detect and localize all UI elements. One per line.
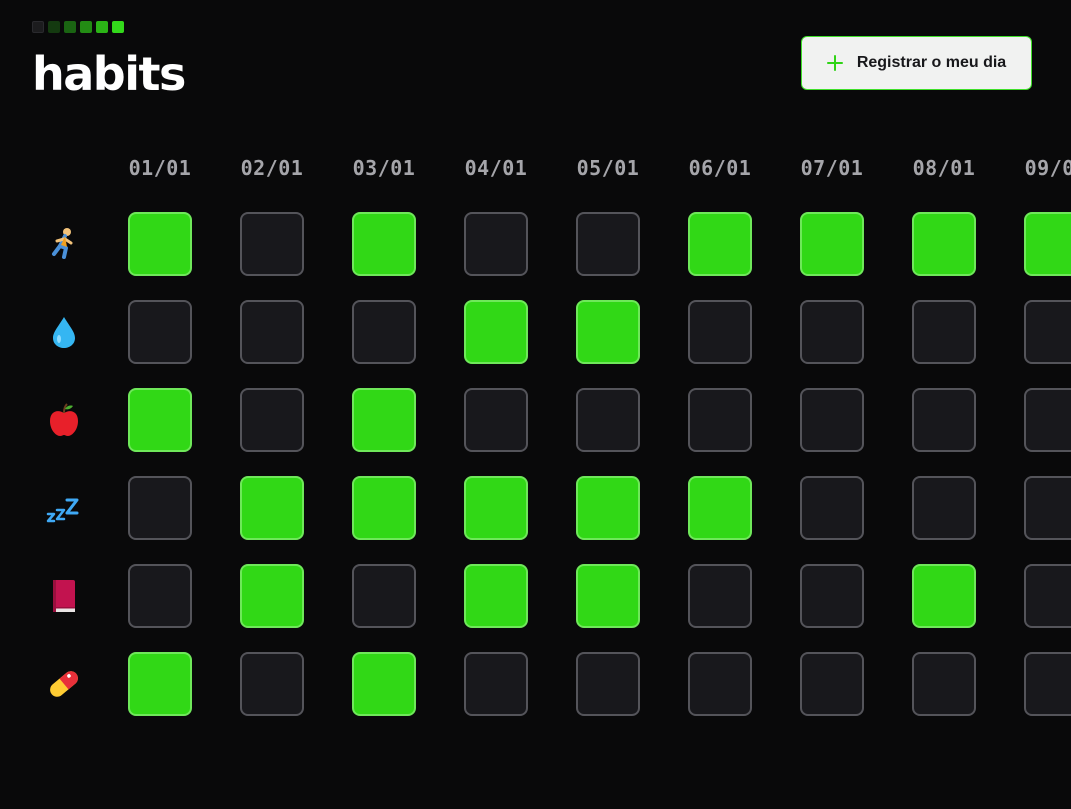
habit-day-cell[interactable] bbox=[576, 212, 640, 276]
habit-day-cell[interactable] bbox=[352, 564, 416, 628]
habit-day-cell[interactable] bbox=[240, 388, 304, 452]
logo-block bbox=[32, 21, 44, 33]
habit-day-cell[interactable] bbox=[912, 300, 976, 364]
register-day-label: Registrar o meu dia bbox=[856, 54, 1007, 71]
droplet-icon bbox=[44, 312, 84, 352]
habit-day-cell[interactable] bbox=[352, 476, 416, 540]
date-header: 09/01 bbox=[1024, 156, 1071, 180]
habit-day-cell[interactable] bbox=[464, 212, 528, 276]
date-header: 02/01 bbox=[240, 156, 304, 180]
runner-icon bbox=[44, 224, 84, 264]
register-day-button[interactable]: Registrar o meu dia bbox=[801, 36, 1032, 90]
habit-day-cell[interactable] bbox=[576, 564, 640, 628]
habit-day-cell[interactable] bbox=[1024, 476, 1071, 540]
habit-day-cell[interactable] bbox=[1024, 212, 1071, 276]
habit-day-cell[interactable] bbox=[1024, 388, 1071, 452]
habit-day-cell[interactable] bbox=[688, 300, 752, 364]
habit-day-cell[interactable] bbox=[800, 212, 864, 276]
habit-day-cell[interactable] bbox=[688, 476, 752, 540]
habit-day-cell[interactable] bbox=[688, 212, 752, 276]
habit-day-cell[interactable] bbox=[576, 388, 640, 452]
logo-block bbox=[64, 21, 76, 33]
date-header: 07/01 bbox=[800, 156, 864, 180]
logo-block bbox=[48, 21, 60, 33]
habit-day-cell[interactable] bbox=[128, 476, 192, 540]
habit-day-cell[interactable] bbox=[912, 212, 976, 276]
habit-day-cell[interactable] bbox=[464, 300, 528, 364]
habit-day-cell[interactable] bbox=[800, 564, 864, 628]
pill-icon bbox=[44, 664, 84, 704]
habit-day-cell[interactable] bbox=[128, 388, 192, 452]
logo-block bbox=[96, 21, 108, 33]
habit-day-cell[interactable] bbox=[688, 652, 752, 716]
logo-color-blocks bbox=[32, 21, 124, 33]
date-header: 01/01 bbox=[128, 156, 192, 180]
habit-day-cell[interactable] bbox=[800, 652, 864, 716]
habit-day-cell[interactable] bbox=[464, 388, 528, 452]
habit-day-cell[interactable] bbox=[240, 300, 304, 364]
habit-day-cell[interactable] bbox=[912, 564, 976, 628]
book-icon bbox=[44, 576, 84, 616]
habit-day-cell[interactable] bbox=[800, 476, 864, 540]
plus-icon bbox=[826, 55, 843, 71]
habit-day-cell[interactable] bbox=[1024, 652, 1071, 716]
date-header: 03/01 bbox=[352, 156, 416, 180]
habit-day-cell[interactable] bbox=[352, 300, 416, 364]
habit-day-cell[interactable] bbox=[1024, 564, 1071, 628]
habit-day-cell[interactable] bbox=[240, 212, 304, 276]
habit-day-cell[interactable] bbox=[800, 388, 864, 452]
habit-day-cell[interactable] bbox=[128, 212, 192, 276]
habit-day-cell[interactable] bbox=[464, 652, 528, 716]
habit-day-cell[interactable] bbox=[352, 388, 416, 452]
habit-day-cell[interactable] bbox=[240, 652, 304, 716]
apple-icon bbox=[44, 400, 84, 440]
logo-block bbox=[80, 21, 92, 33]
date-header: 06/01 bbox=[688, 156, 752, 180]
habit-day-cell[interactable] bbox=[576, 652, 640, 716]
habit-day-cell[interactable] bbox=[688, 564, 752, 628]
habit-day-cell[interactable] bbox=[688, 388, 752, 452]
habit-day-cell[interactable] bbox=[128, 652, 192, 716]
habit-day-cell[interactable] bbox=[912, 476, 976, 540]
habit-day-cell[interactable] bbox=[352, 212, 416, 276]
habit-day-cell[interactable] bbox=[576, 476, 640, 540]
habit-day-cell[interactable] bbox=[800, 300, 864, 364]
habit-day-cell[interactable] bbox=[912, 388, 976, 452]
habit-day-cell[interactable] bbox=[464, 564, 528, 628]
habit-day-cell[interactable] bbox=[352, 652, 416, 716]
habit-day-cell[interactable] bbox=[128, 564, 192, 628]
habit-day-cell[interactable] bbox=[576, 300, 640, 364]
app-title: habits bbox=[32, 47, 186, 101]
habit-day-cell[interactable] bbox=[240, 476, 304, 540]
habit-day-cell[interactable] bbox=[912, 652, 976, 716]
date-header: 04/01 bbox=[464, 156, 528, 180]
habit-day-cell[interactable] bbox=[240, 564, 304, 628]
logo-block bbox=[112, 21, 124, 33]
sleep-zzz-icon bbox=[44, 488, 84, 528]
habit-day-cell[interactable] bbox=[128, 300, 192, 364]
habit-day-cell[interactable] bbox=[464, 476, 528, 540]
date-header: 08/01 bbox=[912, 156, 976, 180]
habit-day-cell[interactable] bbox=[1024, 300, 1071, 364]
date-header: 05/01 bbox=[576, 156, 640, 180]
